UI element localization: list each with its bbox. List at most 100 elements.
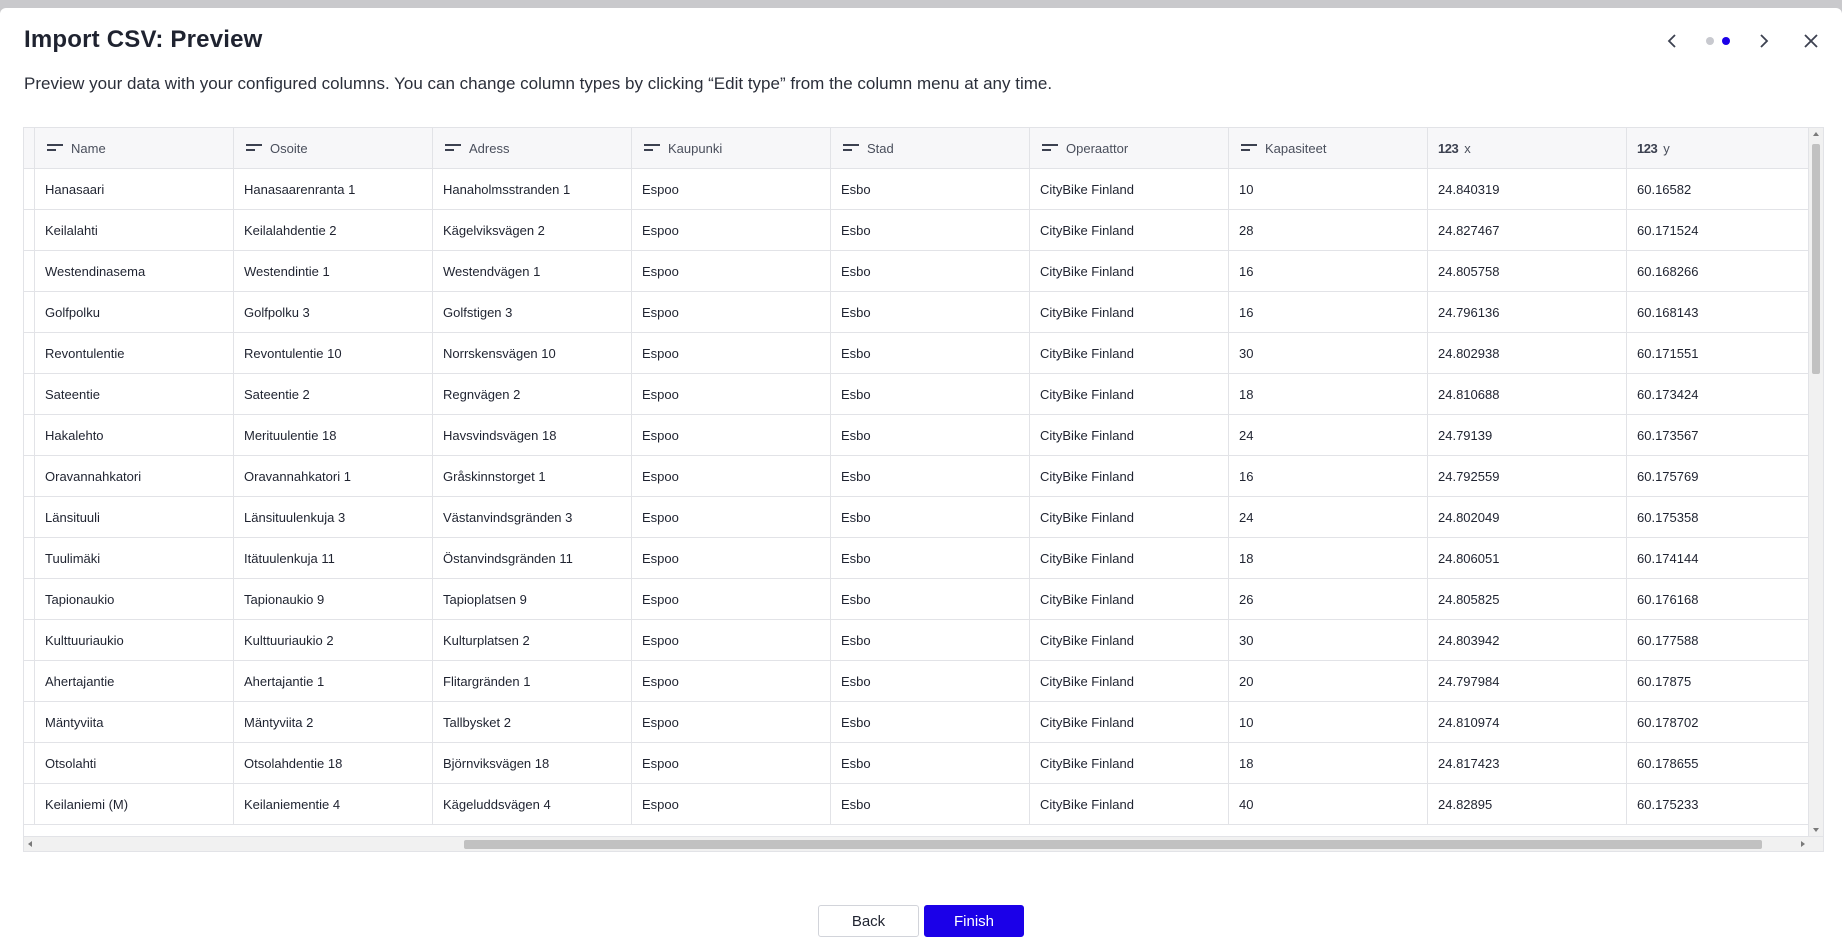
table-cell[interactable]: Keilaniementie 4 <box>234 784 433 824</box>
table-cell[interactable]: Revontulentie <box>35 333 234 373</box>
table-cell[interactable]: Espoo <box>632 620 831 660</box>
table-cell[interactable]: Esbo <box>831 251 1030 291</box>
table-cell[interactable]: Oravannahkatori <box>35 456 234 496</box>
table-cell[interactable]: Espoo <box>632 784 831 824</box>
table-cell[interactable]: 60.16582 <box>1627 169 1823 209</box>
table-cell[interactable]: 60.175769 <box>1627 456 1823 496</box>
back-button[interactable]: Back <box>818 905 919 937</box>
column-header[interactable]: 123 x <box>1428 128 1627 168</box>
table-cell[interactable]: 60.174144 <box>1627 538 1823 578</box>
table-cell[interactable]: Björnviksvägen 18 <box>433 743 632 783</box>
table-cell[interactable]: 10 <box>1229 702 1428 742</box>
table-cell[interactable]: Revontulentie 10 <box>234 333 433 373</box>
step-dot[interactable] <box>1722 37 1730 45</box>
table-cell[interactable]: Keilalahti <box>35 210 234 250</box>
table-cell[interactable]: Mäntyviita 2 <box>234 702 433 742</box>
table-cell[interactable]: 60.168143 <box>1627 292 1823 332</box>
table-cell[interactable]: 24.802938 <box>1428 333 1627 373</box>
table-cell[interactable]: CityBike Finland <box>1030 292 1229 332</box>
table-cell[interactable]: Espoo <box>632 661 831 701</box>
table-cell[interactable]: Espoo <box>632 251 831 291</box>
close-button[interactable] <box>1798 28 1824 54</box>
table-cell[interactable]: 24.810688 <box>1428 374 1627 414</box>
table-cell[interactable]: Esbo <box>831 169 1030 209</box>
table-cell[interactable]: 16 <box>1229 251 1428 291</box>
vertical-scroll-thumb[interactable] <box>1812 144 1820 374</box>
table-cell[interactable]: 60.178702 <box>1627 702 1823 742</box>
table-cell[interactable]: Espoo <box>632 415 831 455</box>
table-cell[interactable]: 24.802049 <box>1428 497 1627 537</box>
table-cell[interactable]: CityBike Finland <box>1030 743 1229 783</box>
horizontal-scroll-thumb[interactable] <box>464 840 1762 849</box>
column-header[interactable]: 123 y <box>1627 128 1823 168</box>
table-cell[interactable]: Flitargränden 1 <box>433 661 632 701</box>
table-cell[interactable]: Sateentie 2 <box>234 374 433 414</box>
column-header[interactable]: Adress <box>433 128 632 168</box>
table-cell[interactable]: 24.805825 <box>1428 579 1627 619</box>
table-cell[interactable]: Hanasaarenranta 1 <box>234 169 433 209</box>
table-cell[interactable]: CityBike Finland <box>1030 251 1229 291</box>
table-cell[interactable]: Westendinasema <box>35 251 234 291</box>
table-cell[interactable]: Esbo <box>831 538 1030 578</box>
column-header[interactable]: Kapasiteet <box>1229 128 1428 168</box>
table-cell[interactable]: Kägeluddsvägen 4 <box>433 784 632 824</box>
table-cell[interactable]: 60.173424 <box>1627 374 1823 414</box>
table-cell[interactable]: 10 <box>1229 169 1428 209</box>
table-cell[interactable]: Esbo <box>831 702 1030 742</box>
table-cell[interactable]: Esbo <box>831 374 1030 414</box>
table-cell[interactable]: Otsolahti <box>35 743 234 783</box>
table-cell[interactable]: 24.805758 <box>1428 251 1627 291</box>
table-cell[interactable]: 24.806051 <box>1428 538 1627 578</box>
table-cell[interactable]: 60.176168 <box>1627 579 1823 619</box>
table-cell[interactable]: 26 <box>1229 579 1428 619</box>
table-cell[interactable]: Espoo <box>632 702 831 742</box>
table-cell[interactable]: Norrskensvägen 10 <box>433 333 632 373</box>
table-cell[interactable]: 60.168266 <box>1627 251 1823 291</box>
column-header[interactable]: Stad <box>831 128 1030 168</box>
table-cell[interactable]: 24.797984 <box>1428 661 1627 701</box>
table-cell[interactable]: Esbo <box>831 620 1030 660</box>
table-cell[interactable]: CityBike Finland <box>1030 333 1229 373</box>
table-cell[interactable]: Hanasaari <box>35 169 234 209</box>
table-cell[interactable]: Golfpolku <box>35 292 234 332</box>
table-cell[interactable]: 24.79139 <box>1428 415 1627 455</box>
table-cell[interactable]: Esbo <box>831 292 1030 332</box>
table-cell[interactable]: 60.177588 <box>1627 620 1823 660</box>
table-cell[interactable]: 24.792559 <box>1428 456 1627 496</box>
table-cell[interactable]: 60.171551 <box>1627 333 1823 373</box>
scroll-right-arrow-icon[interactable] <box>1801 841 1805 847</box>
table-cell[interactable]: Espoo <box>632 456 831 496</box>
table-cell[interactable]: 24.817423 <box>1428 743 1627 783</box>
vertical-scrollbar[interactable] <box>1808 128 1823 836</box>
table-cell[interactable]: 28 <box>1229 210 1428 250</box>
table-cell[interactable]: 30 <box>1229 620 1428 660</box>
table-cell[interactable]: Esbo <box>831 497 1030 537</box>
table-cell[interactable]: Merituulentie 18 <box>234 415 433 455</box>
table-cell[interactable]: Tapionaukio 9 <box>234 579 433 619</box>
table-cell[interactable]: 24 <box>1229 497 1428 537</box>
table-cell[interactable]: Espoo <box>632 497 831 537</box>
table-cell[interactable]: CityBike Finland <box>1030 374 1229 414</box>
table-cell[interactable]: Espoo <box>632 538 831 578</box>
table-cell[interactable]: Gråskinnstorget 1 <box>433 456 632 496</box>
table-cell[interactable]: Västanvindsgränden 3 <box>433 497 632 537</box>
table-cell[interactable]: Hakalehto <box>35 415 234 455</box>
table-cell[interactable]: Kulttuuriaukio 2 <box>234 620 433 660</box>
table-cell[interactable]: 60.175358 <box>1627 497 1823 537</box>
table-cell[interactable]: Kulttuuriaukio <box>35 620 234 660</box>
table-cell[interactable]: 24.827467 <box>1428 210 1627 250</box>
table-cell[interactable]: CityBike Finland <box>1030 456 1229 496</box>
table-cell[interactable]: Länsituulenkuja 3 <box>234 497 433 537</box>
column-header[interactable]: Kaupunki <box>632 128 831 168</box>
table-cell[interactable]: Ahertajantie 1 <box>234 661 433 701</box>
table-cell[interactable]: Espoo <box>632 579 831 619</box>
table-cell[interactable]: Espoo <box>632 292 831 332</box>
table-cell[interactable]: 60.173567 <box>1627 415 1823 455</box>
scroll-up-arrow-icon[interactable] <box>1813 132 1819 136</box>
table-cell[interactable]: Keilaniemi (M) <box>35 784 234 824</box>
table-cell[interactable]: CityBike Finland <box>1030 579 1229 619</box>
previous-step-button[interactable] <box>1660 28 1686 54</box>
table-cell[interactable]: Hanaholmsstranden 1 <box>433 169 632 209</box>
table-cell[interactable]: Esbo <box>831 456 1030 496</box>
table-cell[interactable]: Tuulimäki <box>35 538 234 578</box>
